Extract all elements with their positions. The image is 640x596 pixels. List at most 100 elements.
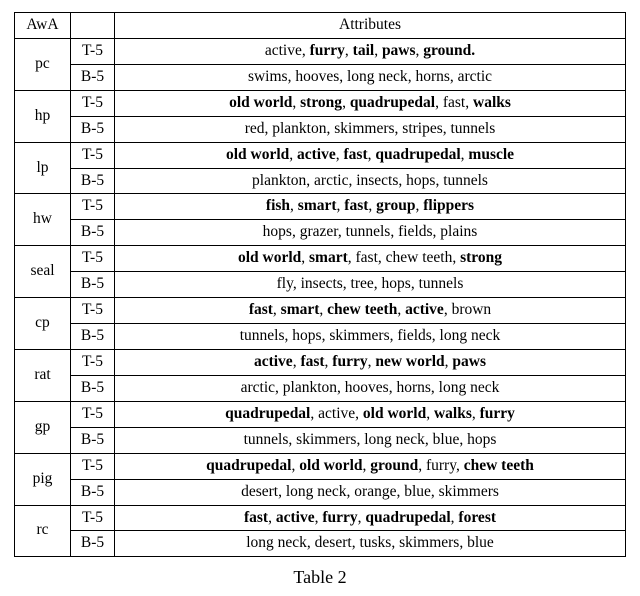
row-type-top: T-5 bbox=[71, 298, 115, 324]
row-type-top: T-5 bbox=[71, 194, 115, 220]
attribute-token: furry bbox=[332, 353, 367, 370]
table-row: B-5tunnels, hops, skimmers, fields, long… bbox=[15, 324, 626, 350]
attribute-token: red bbox=[245, 120, 265, 137]
header-awa: AwA bbox=[15, 13, 71, 39]
separator: , bbox=[338, 223, 346, 240]
attribute-token: new world bbox=[375, 353, 444, 370]
attribute-token: fields bbox=[397, 327, 431, 344]
table-row: B-5red, plankton, skimmers, stripes, tun… bbox=[15, 116, 626, 142]
table-row: gpT-5quadrupedal, active, old world, wal… bbox=[15, 401, 626, 427]
class-label: gp bbox=[15, 401, 71, 453]
attribute-token: stripes bbox=[402, 120, 442, 137]
row-type-bottom: B-5 bbox=[71, 64, 115, 90]
separator: , bbox=[411, 275, 419, 292]
separator: , bbox=[391, 534, 399, 551]
attribute-token: skimmers bbox=[296, 431, 356, 448]
attribute-token: old world bbox=[226, 146, 289, 163]
attribute-cell-top: quadrupedal, old world, ground, furry, c… bbox=[115, 453, 626, 479]
separator: , bbox=[378, 249, 386, 266]
separator: , bbox=[426, 405, 434, 422]
attribute-token: brown bbox=[452, 301, 492, 318]
row-type-top: T-5 bbox=[71, 505, 115, 531]
attribute-token: plankton bbox=[272, 120, 326, 137]
row-type-bottom: B-5 bbox=[71, 272, 115, 298]
attribute-token: smart bbox=[281, 301, 320, 318]
separator: , bbox=[368, 197, 376, 214]
attribute-token: fast bbox=[344, 197, 368, 214]
separator: , bbox=[310, 405, 318, 422]
table-row: hpT-5old world, strong, quadrupedal, fas… bbox=[15, 90, 626, 116]
separator: , bbox=[289, 146, 297, 163]
separator: , bbox=[290, 197, 298, 214]
attribute-token: fields bbox=[398, 223, 432, 240]
class-label: hp bbox=[15, 90, 71, 142]
separator: , bbox=[306, 172, 314, 189]
row-type-top: T-5 bbox=[71, 246, 115, 272]
table-row: B-5fly, insects, tree, hops, tunnels bbox=[15, 272, 626, 298]
attribute-token: plankton bbox=[283, 379, 337, 396]
attribute-token: active bbox=[265, 42, 302, 59]
attribute-token: swims bbox=[248, 68, 288, 85]
attribute-token: fish bbox=[266, 197, 290, 214]
separator: , bbox=[275, 379, 283, 396]
separator: , bbox=[452, 249, 460, 266]
attribute-token: plankton bbox=[252, 172, 306, 189]
attribute-token: furry bbox=[322, 509, 357, 526]
separator: , bbox=[307, 534, 315, 551]
attribute-cell-top: active, furry, tail, paws, ground. bbox=[115, 38, 626, 64]
separator: , bbox=[319, 301, 327, 318]
attribute-token: chew teeth bbox=[386, 249, 453, 266]
attribute-token: tree bbox=[351, 275, 374, 292]
attribute-token: walks bbox=[434, 405, 472, 422]
attribute-cell-top: fast, active, furry, quadrupedal, forest bbox=[115, 505, 626, 531]
separator: , bbox=[459, 431, 467, 448]
attribute-token: long neck bbox=[440, 327, 501, 344]
attribute-token: desert bbox=[315, 534, 352, 551]
attribute-token: skimmers bbox=[329, 327, 389, 344]
separator: , bbox=[374, 42, 382, 59]
separator: , bbox=[374, 275, 382, 292]
table-row: B-5plankton, arctic, insects, hops, tunn… bbox=[15, 168, 626, 194]
row-type-bottom: B-5 bbox=[71, 116, 115, 142]
row-type-bottom: B-5 bbox=[71, 479, 115, 505]
separator: , bbox=[425, 431, 433, 448]
attribute-cell-top: fast, smart, chew teeth, active, brown bbox=[115, 298, 626, 324]
attribute-token: long neck bbox=[286, 483, 347, 500]
attribute-cell-bottom: fly, insects, tree, hops, tunnels bbox=[115, 272, 626, 298]
separator: , bbox=[302, 42, 310, 59]
row-type-bottom: B-5 bbox=[71, 220, 115, 246]
attribute-token: flippers bbox=[423, 197, 474, 214]
attribute-token: forest bbox=[458, 509, 496, 526]
attribute-token: fly bbox=[277, 275, 293, 292]
separator: , bbox=[465, 94, 473, 111]
attribute-token: strong bbox=[460, 249, 502, 266]
attribute-token: old world bbox=[238, 249, 301, 266]
attribute-cell-top: old world, strong, quadrupedal, fast, wa… bbox=[115, 90, 626, 116]
separator: , bbox=[288, 431, 296, 448]
attribute-token: blue bbox=[404, 483, 431, 500]
class-label: cp bbox=[15, 298, 71, 350]
separator: , bbox=[444, 301, 452, 318]
attribute-token: strong bbox=[300, 94, 342, 111]
attribute-cell-bottom: arctic, plankton, hooves, horns, long ne… bbox=[115, 375, 626, 401]
attribute-token: quadrupedal bbox=[225, 405, 310, 422]
attribute-token: quadrupedal bbox=[365, 509, 450, 526]
table-row: pcT-5active, furry, tail, paws, ground. bbox=[15, 38, 626, 64]
attribute-token: hooves bbox=[295, 68, 339, 85]
row-type-bottom: B-5 bbox=[71, 427, 115, 453]
attribute-token: fast bbox=[356, 249, 378, 266]
attribute-cell-top: old world, smart, fast, chew teeth, stro… bbox=[115, 246, 626, 272]
attribute-token: fast bbox=[249, 301, 273, 318]
separator: , bbox=[352, 534, 360, 551]
table-row: cpT-5fast, smart, chew teeth, active, br… bbox=[15, 298, 626, 324]
attribute-token: quadrupedal bbox=[350, 94, 435, 111]
attribute-token: skimmers bbox=[334, 120, 394, 137]
separator: , bbox=[301, 249, 309, 266]
separator: , bbox=[343, 275, 351, 292]
row-type-bottom: B-5 bbox=[71, 375, 115, 401]
table-row: B-5arctic, plankton, hooves, horns, long… bbox=[15, 375, 626, 401]
attribute-token: desert bbox=[241, 483, 278, 500]
table-row: pigT-5quadrupedal, old world, ground, fu… bbox=[15, 453, 626, 479]
attribute-cell-top: fish, smart, fast, group, flippers bbox=[115, 194, 626, 220]
attribute-token: long neck bbox=[364, 431, 425, 448]
